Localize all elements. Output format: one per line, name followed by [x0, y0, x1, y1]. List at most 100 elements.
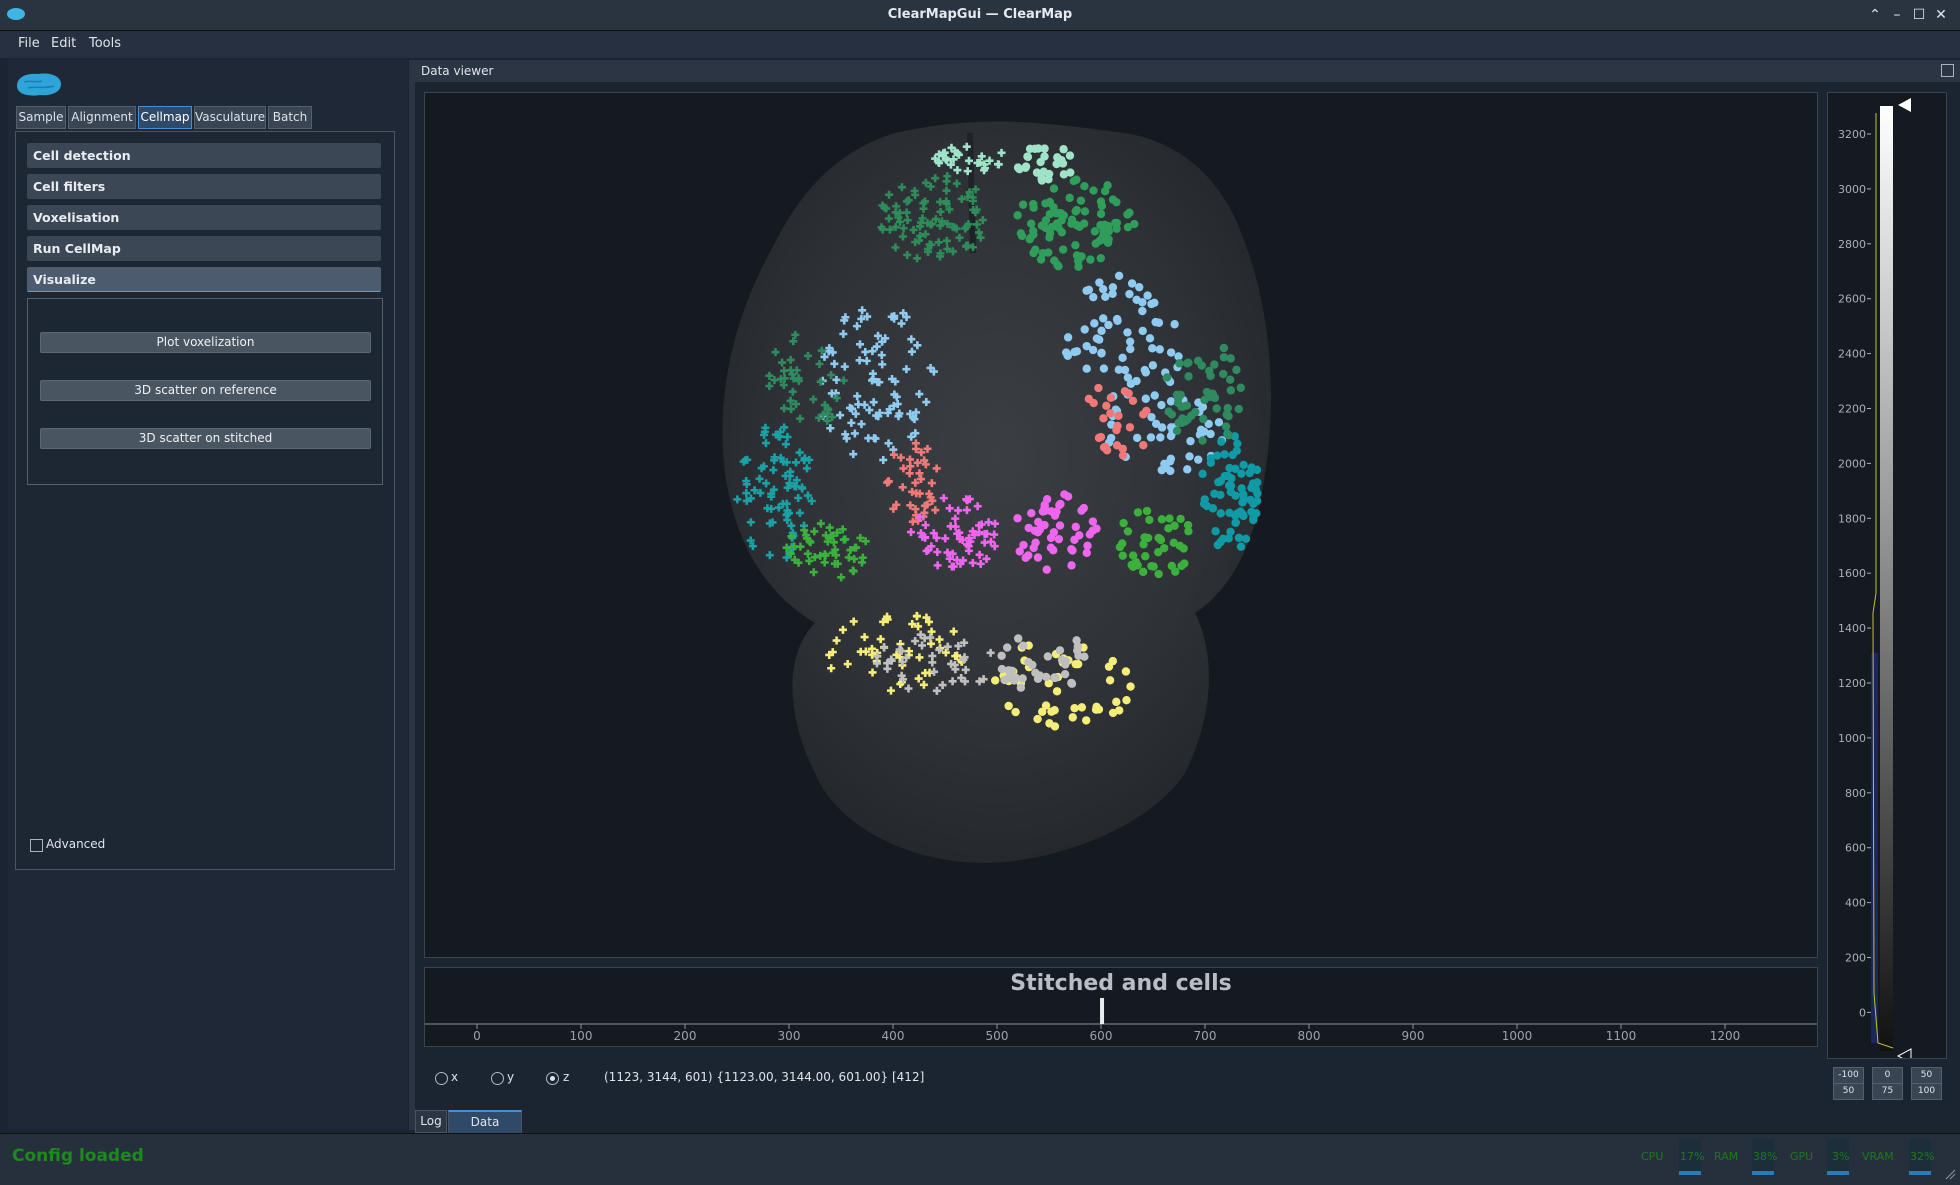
- menu-edit[interactable]: Edit: [51, 36, 76, 51]
- plot-voxelization-button[interactable]: Plot voxelization: [40, 332, 371, 353]
- cell-marker: [1025, 144, 1035, 154]
- menu-file[interactable]: File: [18, 36, 40, 51]
- tab-data-viewer[interactable]: Data viewer: [448, 1110, 522, 1150]
- cell-marker: [1180, 417, 1190, 426]
- cell-marker: [1125, 337, 1135, 346]
- histogram-lut[interactable]: 3200300028002600240022002000180016001400…: [1828, 93, 1946, 1064]
- section-cell-detection[interactable]: Cell detection: [27, 143, 381, 168]
- cell-marker: [1112, 697, 1121, 707]
- hist-tick-label: 0: [1859, 1006, 1866, 1019]
- cell-marker: [1082, 548, 1091, 558]
- cell-marker: [1123, 328, 1132, 337]
- section-cell-filters[interactable]: Cell filters: [27, 174, 381, 199]
- cell-marker: [1090, 319, 1099, 328]
- cell-marker: [1236, 542, 1246, 551]
- advanced-checkbox[interactable]: [30, 839, 43, 852]
- cell-marker: [1068, 713, 1077, 722]
- close-icon[interactable]: ✕: [1932, 6, 1950, 24]
- cell-marker: [1030, 526, 1039, 535]
- cell-marker: [1025, 235, 1034, 244]
- section-run-cellmap[interactable]: Run CellMap: [27, 236, 381, 261]
- tab-cellmap[interactable]: Cellmap: [138, 106, 192, 129]
- hist-pct75-button[interactable]: 75: [1872, 1083, 1903, 1100]
- section-visualize[interactable]: Visualize: [27, 267, 381, 292]
- cell-marker: [1023, 152, 1032, 161]
- cell-marker: [1052, 687, 1062, 696]
- cell-marker: [1119, 518, 1128, 528]
- cell-marker: [1166, 348, 1176, 357]
- cell-marker: [1097, 326, 1106, 336]
- tab-alignment[interactable]: Alignment: [68, 106, 136, 129]
- cell-marker: [1027, 508, 1036, 518]
- histogram-panel[interactable]: 3200 3000 2800 2600 2400 2200 2000 1800 1600 1400…: [1827, 92, 1947, 1100]
- cell-marker: [1132, 376, 1141, 386]
- cell-marker: [1128, 396, 1138, 406]
- cell-marker: [1099, 414, 1108, 423]
- cell-marker: [1045, 197, 1054, 207]
- cell-marker: [1184, 358, 1193, 367]
- hist-tick-label: 2400: [1838, 348, 1866, 361]
- cell-marker: [1096, 209, 1106, 219]
- cell-marker: [1080, 325, 1089, 334]
- lut-max-handle-icon[interactable]: [1898, 98, 1911, 112]
- cell-marker: [1167, 410, 1177, 419]
- cell-marker: [1141, 552, 1150, 561]
- cell-marker: [1226, 386, 1236, 395]
- tab-vasculature[interactable]: Vasculature: [194, 106, 266, 129]
- cell-marker: [1114, 271, 1124, 280]
- shade-icon[interactable]: ⌃: [1866, 6, 1884, 24]
- resize-grip-icon[interactable]: [1944, 1168, 1956, 1180]
- hist-50-button[interactable]: 50: [1911, 1067, 1942, 1084]
- lut-gradient[interactable]: [1880, 106, 1893, 1051]
- brain-slice: [722, 121, 1271, 863]
- hist-pct50-button[interactable]: 50: [1833, 1083, 1864, 1100]
- brain-scatter-canvas[interactable]: [425, 93, 1817, 957]
- scatter-stitched-button[interactable]: 3D scatter on stitched: [40, 428, 371, 449]
- image-viewer[interactable]: [424, 92, 1818, 958]
- cell-marker: [1104, 320, 1113, 330]
- cell-marker: [1050, 706, 1059, 715]
- maximize-icon[interactable]: ☐: [1910, 6, 1928, 24]
- dock-splitter[interactable]: [409, 60, 415, 1130]
- gpu-value: 3%: [1832, 1150, 1850, 1163]
- cell-marker: [1247, 463, 1256, 472]
- cell-marker: [1145, 515, 1154, 525]
- hist-zero-button[interactable]: 0: [1872, 1067, 1903, 1084]
- tab-log[interactable]: Log: [415, 1110, 447, 1133]
- cell-marker: [1101, 292, 1110, 302]
- cell-marker: [1128, 551, 1138, 560]
- cell-marker: [1004, 701, 1013, 711]
- cell-marker: [1059, 170, 1069, 179]
- tab-sample[interactable]: Sample: [16, 106, 66, 129]
- cell-marker: [1067, 679, 1077, 688]
- axis-y-radio[interactable]: [491, 1072, 504, 1085]
- cell-marker: [1063, 333, 1073, 342]
- cell-marker: [1135, 282, 1144, 292]
- hist-tick-label: 400: [1845, 897, 1866, 910]
- hist-pct100-button[interactable]: 100: [1911, 1083, 1942, 1100]
- slice-plot[interactable]: Stitched and cells 0 100 200 300 400 500 600 70…: [424, 967, 1818, 1047]
- lut-min-handle-icon[interactable]: [1896, 1048, 1912, 1064]
- hist-min-button[interactable]: -100: [1833, 1067, 1864, 1084]
- section-voxelisation[interactable]: Voxelisation: [27, 205, 381, 230]
- cell-marker: [1059, 145, 1068, 154]
- axis-z-radio[interactable]: [546, 1072, 559, 1085]
- cell-marker: [1046, 533, 1056, 543]
- cell-marker: [1045, 233, 1054, 242]
- tab-batch[interactable]: Batch: [268, 106, 312, 129]
- cell-marker: [1024, 657, 1033, 667]
- scatter-reference-button[interactable]: 3D scatter on reference: [40, 380, 371, 401]
- cell-marker: [1058, 245, 1068, 254]
- slice-position-marker[interactable]: [1100, 998, 1105, 1024]
- cell-marker: [1071, 522, 1080, 532]
- cell-marker: [1016, 229, 1026, 238]
- axis-x-radio[interactable]: [435, 1072, 448, 1085]
- menu-tools[interactable]: Tools: [89, 36, 121, 51]
- minimize-icon[interactable]: –: [1888, 6, 1906, 24]
- cell-marker: [1226, 487, 1236, 497]
- cell-marker: [1055, 500, 1064, 510]
- cell-marker: [1055, 646, 1065, 655]
- cell-marker: [1156, 433, 1165, 442]
- cell-marker: [1170, 320, 1179, 329]
- float-dock-icon[interactable]: [1941, 64, 1954, 77]
